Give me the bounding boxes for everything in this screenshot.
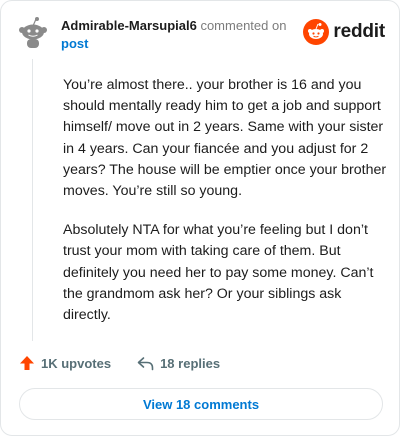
snoo-avatar[interactable]: [15, 15, 51, 51]
username[interactable]: Admirable-Marsupial6: [61, 18, 197, 33]
snoo-avatar-icon: [15, 15, 51, 51]
comment-paragraph: Absolutely NTA for what you’re feeling b…: [63, 222, 374, 324]
reddit-logo-icon: [303, 19, 330, 45]
view-comments-button[interactable]: View 18 comments: [19, 388, 383, 420]
comment-actions: 1K upvotes 18 replies: [19, 355, 220, 371]
comment-body: You’re almost there.. your brother is 16…: [63, 75, 389, 344]
comment-header: Admirable-Marsupial6 commented on post: [61, 17, 301, 53]
upvote-button[interactable]: 1K upvotes: [19, 355, 111, 371]
upvote-arrow-icon: [20, 356, 34, 370]
comment-paragraph: You’re almost there.. your brother is 16…: [63, 77, 387, 200]
thread-line: [32, 59, 33, 341]
replies-count: 18 replies: [160, 355, 221, 371]
reddit-brand[interactable]: reddit: [303, 19, 385, 45]
brand-name: reddit: [333, 21, 385, 42]
action-text: commented on: [200, 18, 287, 33]
reply-arrow-icon: [137, 356, 154, 370]
upvote-count: 1K upvotes: [41, 355, 112, 371]
view-comments-label: View 18 comments: [142, 396, 260, 412]
replies-button[interactable]: 18 replies: [137, 356, 220, 371]
comment-card: Admirable-Marsupial6 commented on post r…: [0, 0, 400, 436]
post-link[interactable]: post: [61, 35, 301, 53]
